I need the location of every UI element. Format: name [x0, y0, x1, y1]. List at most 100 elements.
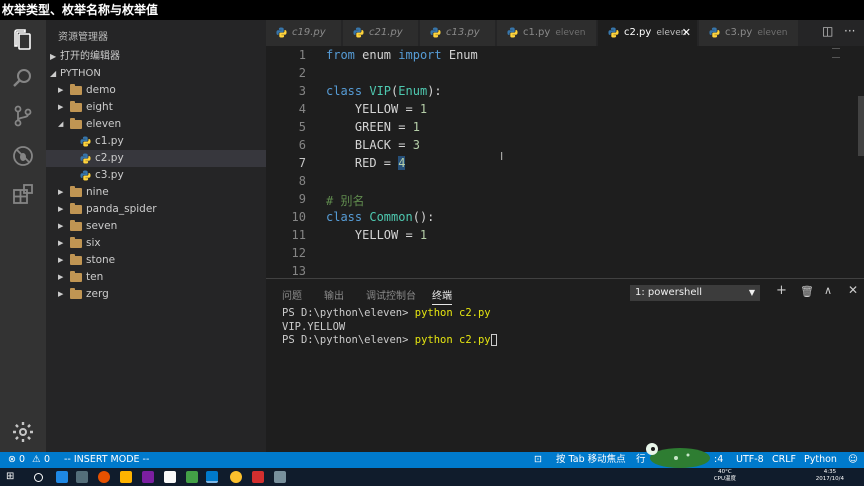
- line-ending[interactable]: CRLF: [772, 452, 796, 468]
- tab-filename: c3.py: [725, 27, 753, 38]
- tree-item-label: seven: [86, 220, 118, 232]
- debug-icon[interactable]: [11, 144, 35, 168]
- indent-spaces[interactable]: : 4: [714, 452, 723, 468]
- tree-folder-eleven[interactable]: ◢ eleven: [46, 116, 266, 133]
- settings-gear-icon[interactable]: [11, 420, 35, 444]
- project-section[interactable]: ◢ PYTHON: [46, 65, 266, 82]
- tab-label: c21.py: [369, 20, 403, 46]
- tree-folder-panda_spider[interactable]: ▶ panda_spider: [46, 201, 266, 218]
- tab-c13-py[interactable]: c13.py: [420, 20, 496, 46]
- explorer-icon[interactable]: [11, 28, 35, 52]
- trash-icon[interactable]: 🗑: [800, 285, 814, 298]
- extensions-icon[interactable]: [11, 182, 35, 206]
- code-line-10: class Common():: [326, 210, 435, 224]
- windows-start-icon[interactable]: ⊞: [6, 471, 18, 483]
- close-icon[interactable]: ✕: [682, 20, 691, 46]
- line-number: 5: [298, 120, 306, 134]
- open-editors-section[interactable]: ▶ 打开的编辑器: [46, 48, 266, 65]
- editor-tabs: c19.py c21.py c13.py c1.py eleven c2.py eleven…: [266, 20, 864, 46]
- system-clock[interactable]: 4:35 2017/10/4: [816, 469, 844, 483]
- tab-c1-py[interactable]: c1.py eleven: [497, 20, 597, 46]
- code-line-11: YELLOW = 1: [326, 228, 428, 242]
- app-icon-white[interactable]: [164, 471, 176, 483]
- tree-folder-seven[interactable]: ▶ seven: [46, 218, 266, 235]
- tab-terminal[interactable]: 终端: [432, 287, 452, 305]
- edge-browser-icon[interactable]: [56, 471, 68, 483]
- close-panel-icon[interactable]: ✕: [848, 283, 858, 297]
- tree-folder-zerg[interactable]: ▶ zerg: [46, 286, 266, 303]
- language-mode[interactable]: Python: [804, 452, 837, 468]
- chevron-right-icon: ▶: [58, 222, 64, 230]
- chrome-app-icon[interactable]: [230, 471, 242, 483]
- powerpoint-app-icon[interactable]: [252, 471, 264, 483]
- folder-icon: [70, 288, 82, 299]
- line-number: 4: [298, 102, 306, 116]
- tree-folder-ten[interactable]: ▶ ten: [46, 269, 266, 286]
- terminal-line-1: PS D:\python\eleven> python c2.py: [282, 307, 491, 319]
- tree-file-c3-py[interactable]: c3.py: [46, 167, 266, 184]
- new-terminal-plus-icon[interactable]: +: [776, 283, 787, 298]
- source-control-icon[interactable]: [11, 104, 35, 128]
- tree-folder-stone[interactable]: ▶ stone: [46, 252, 266, 269]
- terminal-icon[interactable]: ⊡: [534, 452, 542, 468]
- cortana-icon[interactable]: [34, 473, 43, 482]
- tab-label: c2.py eleven: [624, 20, 686, 46]
- tree-file-c2-py[interactable]: c2.py: [46, 150, 266, 167]
- terminal-select-value: 1: powershell: [635, 287, 703, 298]
- python-file-icon: [709, 27, 720, 38]
- tab-debug-console[interactable]: 调试控制台: [366, 287, 416, 302]
- text-cursor-icon: I: [500, 150, 504, 163]
- chevron-right-icon: ▶: [58, 86, 64, 94]
- floating-widget-icon: [646, 443, 710, 468]
- tree-folder-nine[interactable]: ▶ nine: [46, 184, 266, 201]
- warning-count[interactable]: 0: [44, 452, 50, 468]
- tree-file-c1-py[interactable]: c1.py: [46, 133, 266, 150]
- scroll-thumb[interactable]: [858, 96, 864, 156]
- tree-item-label: eight: [86, 101, 113, 113]
- code-line-4: YELLOW = 1: [326, 102, 428, 116]
- terminal-line-2: VIP.YELLOW: [282, 321, 346, 333]
- tab-c19-py[interactable]: c19.py: [266, 20, 342, 46]
- python-file-icon: [276, 27, 287, 38]
- maximize-panel-icon[interactable]: ∧: [824, 284, 832, 297]
- activity-bar: [0, 20, 46, 452]
- error-count[interactable]: 0: [19, 452, 25, 468]
- chevron-down-icon: ◢: [50, 69, 57, 78]
- tab-filename: c1.py: [523, 27, 551, 38]
- tab-c2-py[interactable]: c2.py eleven ✕: [598, 20, 698, 46]
- app-icon-purple[interactable]: [142, 471, 154, 483]
- tree-item-label: panda_spider: [86, 203, 157, 215]
- folder-icon: [70, 203, 82, 214]
- more-actions-icon[interactable]: ···: [844, 24, 855, 38]
- folder-icon: [70, 84, 82, 95]
- encoding[interactable]: UTF-8: [736, 452, 764, 468]
- tab-problems[interactable]: 问题: [282, 287, 302, 302]
- explorer-app-icon[interactable]: [76, 471, 88, 483]
- error-icon[interactable]: ⊗: [8, 452, 16, 468]
- tree-folder-demo[interactable]: ▶ demo: [46, 82, 266, 99]
- terminal-line-3[interactable]: PS D:\python\eleven> python c2.py: [282, 334, 497, 346]
- tree-item-label: demo: [86, 84, 116, 96]
- folder-icon: [70, 101, 82, 112]
- app-icon-gray[interactable]: [274, 471, 286, 483]
- vscode-app-icon[interactable]: [206, 471, 218, 483]
- split-editor-icon[interactable]: ◫: [822, 24, 833, 38]
- tree-folder-eight[interactable]: ▶ eight: [46, 99, 266, 116]
- tab-focus-mode[interactable]: 按 Tab 移动焦点: [556, 452, 626, 468]
- tab-c3-py[interactable]: c3.py eleven: [699, 20, 799, 46]
- explorer-title: 资源管理器: [58, 32, 108, 43]
- search-icon[interactable]: [11, 66, 35, 90]
- tab-c21-py[interactable]: c21.py: [343, 20, 419, 46]
- tab-filename: c13.py: [446, 27, 480, 38]
- folder-app-icon[interactable]: [120, 471, 132, 483]
- terminal-select[interactable]: 1: powershell ▼: [630, 285, 760, 301]
- warning-icon[interactable]: ⚠: [32, 452, 41, 468]
- tree-folder-six[interactable]: ▶ six: [46, 235, 266, 252]
- editor-scrollbar[interactable]: [856, 46, 864, 278]
- tree-item-label: stone: [86, 254, 116, 266]
- app-icon-green[interactable]: [186, 471, 198, 483]
- code-editor[interactable]: 1 2 3 4 5 6 7 8 9 10 11 12 13 from enum import Enum …: [266, 46, 864, 278]
- tab-output[interactable]: 输出: [324, 287, 344, 302]
- app-icon-orange[interactable]: [98, 471, 110, 483]
- smiley-icon[interactable]: ☺: [848, 452, 858, 468]
